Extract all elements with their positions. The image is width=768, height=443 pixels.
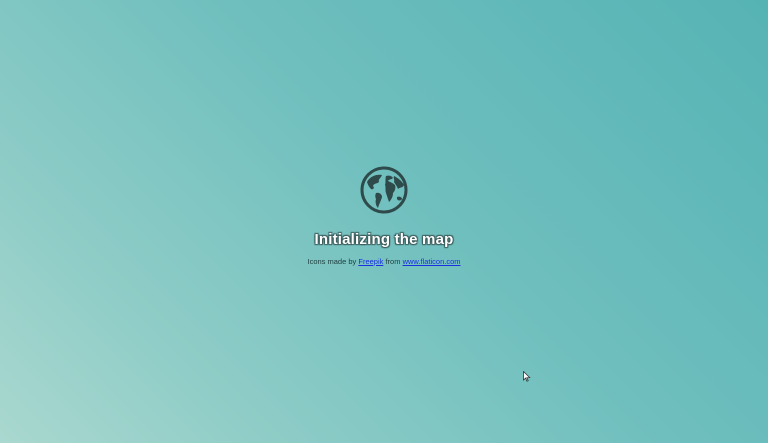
credit-middle: from [385, 257, 401, 266]
credit-prefix: Icons made by [307, 257, 357, 266]
icon-credit: Icons made by Freepik from www.flaticon.… [307, 257, 460, 266]
loading-title: Initializing the map [314, 231, 454, 248]
globe-icon [360, 166, 408, 214]
loading-panel: Initializing the map Icons made by Freep… [0, 166, 768, 266]
mouse-pointer-icon [523, 371, 531, 382]
freepik-link[interactable]: Freepik [358, 257, 383, 266]
flaticon-link[interactable]: www.flaticon.com [403, 257, 461, 266]
